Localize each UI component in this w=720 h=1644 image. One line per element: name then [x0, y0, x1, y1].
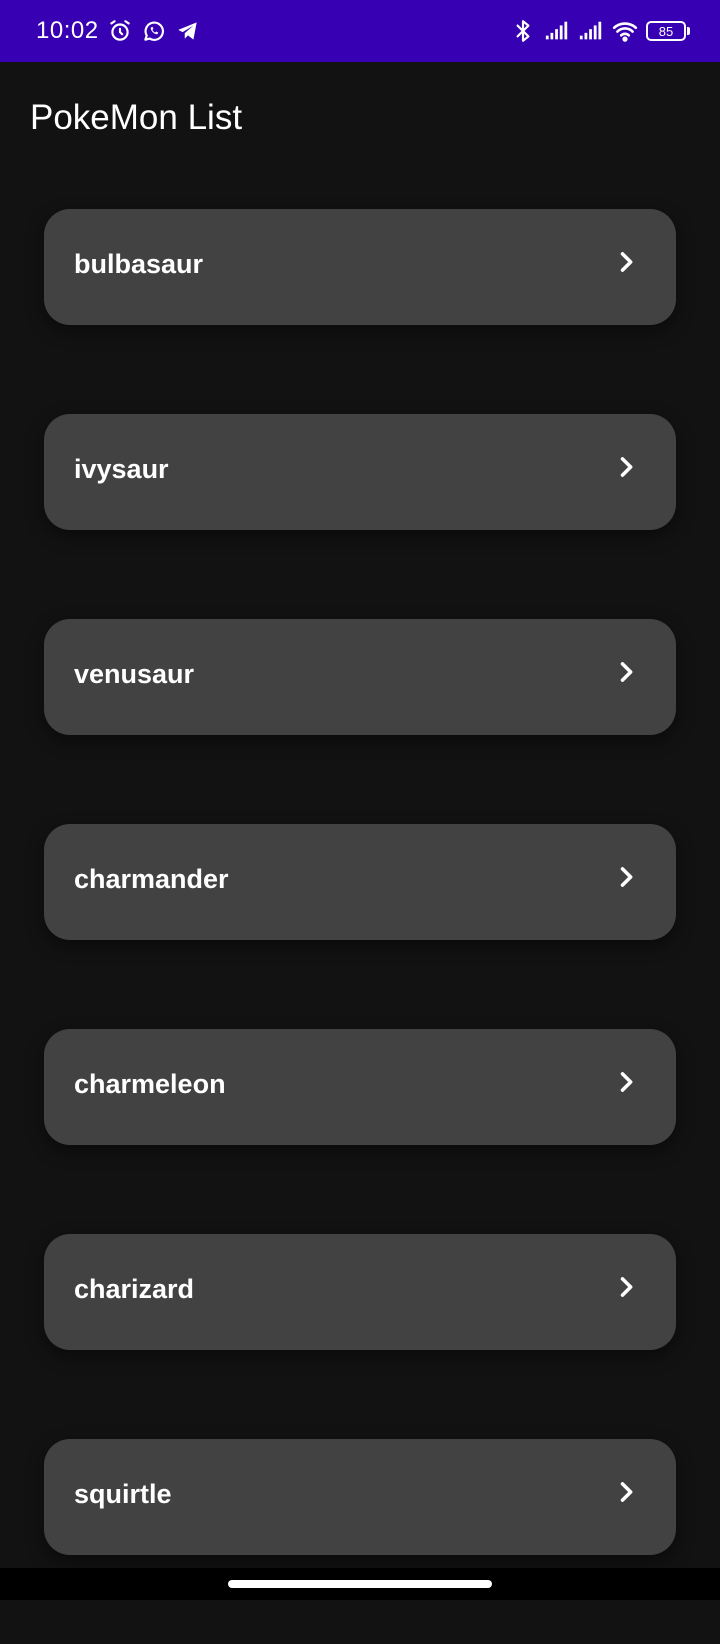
chevron-right-icon	[612, 1068, 640, 1096]
list-item-label: charmander	[74, 863, 229, 894]
list-item-bulbasaur[interactable]: bulbasaur	[44, 209, 676, 325]
signal-icon	[544, 18, 570, 44]
status-left: 10:02	[36, 17, 201, 45]
chevron-right-icon	[612, 453, 640, 481]
list-item-label: squirtle	[74, 1478, 172, 1509]
list-item-ivysaur[interactable]: ivysaur	[44, 414, 676, 530]
list-item-label: bulbasaur	[74, 248, 204, 279]
whatsapp-icon	[141, 18, 167, 44]
list-item-label: ivysaur	[74, 453, 169, 484]
list-item-label: charmeleon	[74, 1068, 226, 1099]
status-right: 85	[510, 18, 690, 44]
list-item-venusaur[interactable]: venusaur	[44, 619, 676, 735]
list-item-charmeleon[interactable]: charmeleon	[44, 1029, 676, 1145]
battery-tip	[687, 27, 690, 35]
wifi-icon	[612, 18, 638, 44]
chevron-right-icon	[612, 1273, 640, 1301]
clock: 10:02	[36, 17, 99, 44]
status-bar: 10:02 85	[0, 0, 720, 62]
pokemon-list: bulbasaur ivysaur venusaur charmander ch…	[44, 209, 676, 1644]
telegram-icon	[175, 18, 201, 44]
chevron-right-icon	[612, 1478, 640, 1506]
alarm-icon	[107, 18, 133, 44]
page-title: PokeMon List	[30, 98, 243, 137]
battery-level: 85	[646, 21, 686, 41]
bluetooth-icon	[510, 18, 536, 44]
battery-icon: 85	[646, 21, 690, 41]
home-gesture-handle[interactable]	[228, 1580, 492, 1588]
chevron-right-icon	[612, 248, 640, 276]
list-item-label: venusaur	[74, 658, 195, 689]
app-bar: PokeMon List	[0, 62, 720, 174]
chevron-right-icon	[612, 658, 640, 686]
list-item-label: charizard	[74, 1273, 195, 1304]
navigation-bar	[0, 1568, 720, 1600]
list-item-charmander[interactable]: charmander	[44, 824, 676, 940]
signal-icon	[578, 18, 604, 44]
list-item-charizard[interactable]: charizard	[44, 1234, 676, 1350]
list-item-squirtle[interactable]: squirtle	[44, 1439, 676, 1555]
chevron-right-icon	[612, 863, 640, 891]
